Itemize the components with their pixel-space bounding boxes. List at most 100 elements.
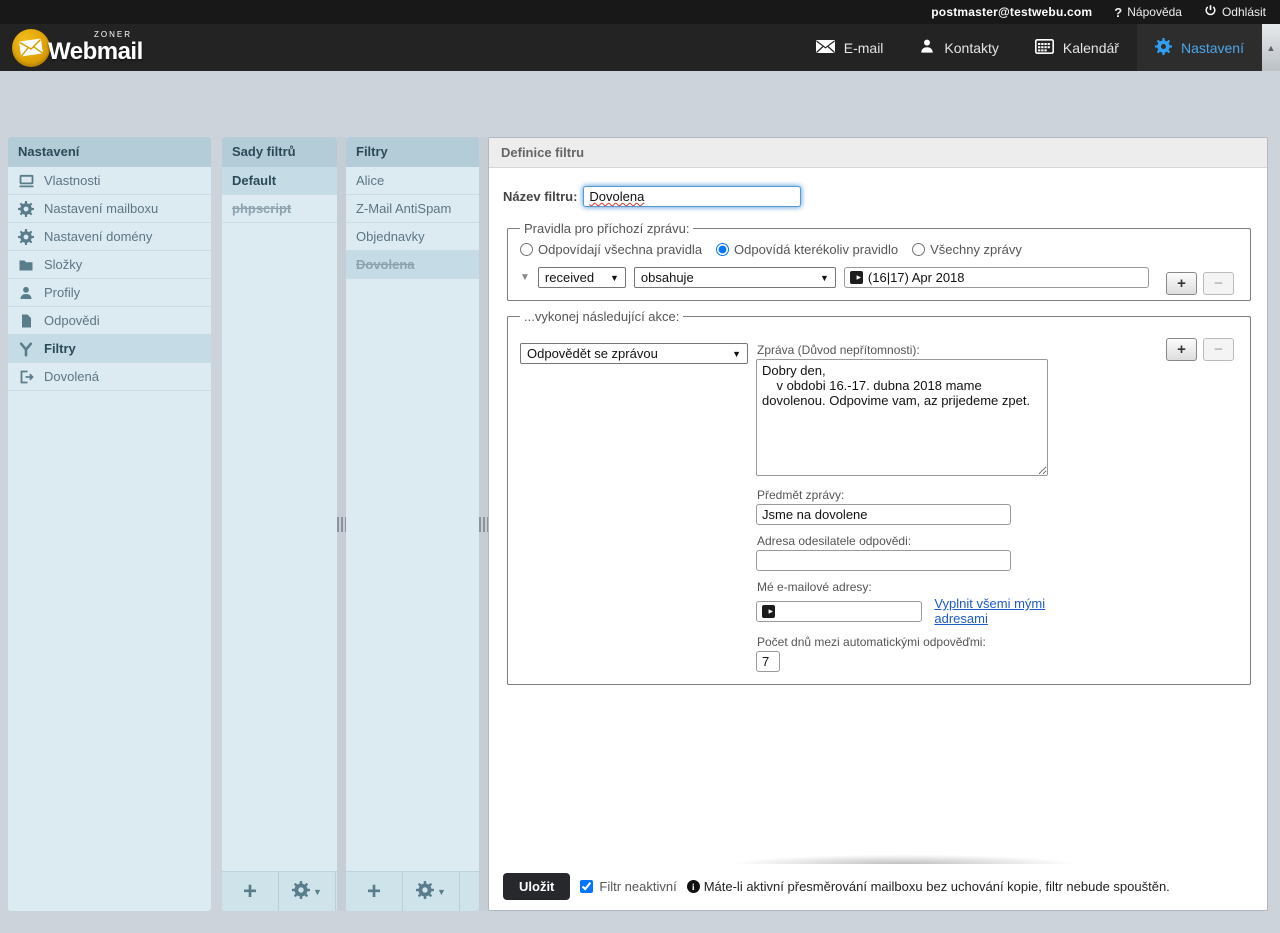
rule-field-select[interactable]: received ▼: [538, 267, 626, 288]
chevron-down-icon: ▼: [820, 273, 829, 283]
action-select[interactable]: Odpovědět se zprávou ▼: [520, 343, 748, 364]
filter-sets-column: Sady filtrů Default phpscript + ▼: [222, 137, 337, 911]
filter-inactive-checkbox[interactable]: [580, 880, 593, 893]
actions-fieldset: ...vykonej následující akce: Odpovědět s…: [507, 309, 1251, 685]
radio-all-rules[interactable]: Odpovídají všechna pravidla: [520, 242, 702, 257]
column-splitter[interactable]: [479, 137, 488, 911]
exit-icon: [18, 369, 35, 385]
user-email: postmaster@testwebu.com: [931, 5, 1092, 19]
monitor-icon: [18, 173, 35, 189]
add-filter-set-button[interactable]: +: [222, 872, 279, 911]
filter-sets-title: Sady filtrů: [222, 137, 337, 167]
add-rule-button[interactable]: +: [1166, 272, 1197, 295]
nav-item-email[interactable]: E-mail: [798, 24, 902, 71]
folder-icon: [18, 257, 35, 273]
grip-icon: [479, 517, 489, 532]
my-addresses-label: Mé e-mailové adresy:: [757, 580, 1048, 594]
filter-icon: [18, 341, 35, 357]
settings-menu-column: Nastavení Vlastnosti Nastavení mailboxu …: [8, 137, 211, 911]
nav-item-settings[interactable]: Nastavení: [1137, 24, 1262, 71]
user-icon: [18, 285, 35, 301]
sender-label: Adresa odesilatele odpovědi:: [757, 534, 1048, 548]
insert-variable-icon[interactable]: [850, 271, 863, 284]
question-icon: ?: [1114, 5, 1122, 20]
add-filter-button[interactable]: +: [346, 872, 403, 911]
remove-action-button: −: [1203, 338, 1234, 361]
rule-value-input[interactable]: (16|17) Apr 2018: [844, 267, 1149, 288]
subject-label: Předmět zprávy:: [757, 488, 1048, 502]
power-icon: [1204, 4, 1217, 20]
sidebar-item-dovolena[interactable]: Dovolená: [8, 363, 211, 391]
brand-logo[interactable]: ZONER Webmail: [0, 24, 143, 71]
filter-item[interactable]: Alice: [346, 167, 479, 195]
days-label: Počet dnů mezi automatickými odpověďmi:: [757, 635, 1048, 649]
rule-collapse-icon[interactable]: ▼: [520, 272, 530, 283]
plus-icon: +: [367, 882, 381, 902]
person-icon: [919, 38, 935, 57]
filter-item[interactable]: Z-Mail AntiSpam: [346, 195, 479, 223]
content-area: Nastavení Vlastnosti Nastavení mailboxu …: [0, 71, 1280, 933]
panel-footer: Uložit Filtr neaktivní i Máte-li aktivní…: [503, 867, 1253, 900]
message-label: Zpráva (Důvod nepřítomnosti):: [757, 343, 1048, 357]
logout-link[interactable]: Odhlásit: [1204, 4, 1266, 20]
nav-item-calendar[interactable]: Kalendář: [1017, 24, 1137, 71]
filter-item[interactable]: Dovolena: [346, 251, 479, 279]
gear-dropdown-icon: [292, 881, 310, 902]
filter-set-menu-button[interactable]: ▼: [279, 872, 336, 911]
sidebar-item-filtry[interactable]: Filtry: [8, 335, 211, 363]
gear-icon: [18, 229, 35, 245]
fill-addresses-link[interactable]: Vyplnit všemi mými adresami: [934, 596, 1048, 626]
filter-inactive-checkbox-label[interactable]: Filtr neaktivní: [580, 879, 676, 894]
sidebar-item-slozky[interactable]: Složky: [8, 251, 211, 279]
filters-column: Filtry Alice Z-Mail AntiSpam Objednavky …: [346, 137, 479, 911]
chevron-down-icon: ▼: [610, 273, 619, 283]
actions-legend: ...vykonej následující akce:: [520, 309, 683, 324]
help-link[interactable]: ? Nápověda: [1114, 5, 1182, 20]
envelope-logo-icon: [12, 29, 50, 67]
triangle-up-icon: ▲: [1267, 43, 1276, 53]
subject-input[interactable]: [756, 504, 1011, 525]
my-addresses-input[interactable]: [756, 601, 922, 622]
info-icon: i: [687, 880, 700, 893]
settings-menu-title: Nastavení: [8, 137, 211, 167]
column-splitter[interactable]: [337, 137, 346, 911]
filter-definition-panel: Definice filtru Název filtru: Dovolena P…: [488, 137, 1268, 911]
navbar-collapse-button[interactable]: ▲: [1262, 24, 1280, 71]
calendar-icon: [1035, 39, 1054, 57]
gear-dropdown-icon: [416, 881, 434, 902]
sender-input[interactable]: [756, 550, 1011, 571]
grip-icon: [337, 517, 347, 532]
sidebar-item-vlastnosti[interactable]: Vlastnosti: [8, 167, 211, 195]
navbar: ZONER Webmail E-mail Kontakty Kalendář N…: [0, 24, 1280, 71]
nav-item-contacts[interactable]: Kontakty: [901, 24, 1016, 71]
rules-fieldset: Pravidla pro příchozí zprávu: Odpovídají…: [507, 221, 1251, 301]
chevron-down-icon: ▼: [732, 349, 741, 359]
document-icon: [18, 313, 35, 329]
message-textarea[interactable]: Dobry den, v obdobi 16.-17. dubna 2018 m…: [756, 359, 1048, 476]
filters-toolbar: + ▼: [346, 871, 479, 911]
filter-menu-button[interactable]: ▼: [403, 872, 460, 911]
radio-all-messages[interactable]: Všechny zprávy: [912, 242, 1022, 257]
panel-title: Definice filtru: [489, 138, 1267, 168]
sidebar-item-profily[interactable]: Profily: [8, 279, 211, 307]
topbar: postmaster@testwebu.com ? Nápověda Odhlá…: [0, 0, 1280, 24]
insert-variable-icon[interactable]: [762, 605, 775, 618]
filter-name-input[interactable]: Dovolena: [583, 186, 801, 207]
filter-item[interactable]: Objednavky: [346, 223, 479, 251]
sidebar-item-nastaveni-mailboxu[interactable]: Nastavení mailboxu: [8, 195, 211, 223]
radio-any-rule[interactable]: Odpovídá kterékoliv pravidlo: [716, 242, 898, 257]
rules-legend: Pravidla pro příchozí zprávu:: [520, 221, 693, 236]
chevron-down-icon: ▼: [437, 887, 446, 897]
filter-set-item[interactable]: phpscript: [222, 195, 337, 223]
add-action-button[interactable]: +: [1166, 338, 1197, 361]
sidebar-item-nastaveni-domeny[interactable]: Nastavení domény: [8, 223, 211, 251]
filter-name-label: Název filtru:: [503, 189, 577, 204]
gear-icon: [18, 201, 35, 217]
filters-title: Filtry: [346, 137, 479, 167]
days-input[interactable]: [756, 651, 780, 672]
save-button[interactable]: Uložit: [503, 873, 570, 900]
filter-set-item[interactable]: Default: [222, 167, 337, 195]
rule-operator-select[interactable]: obsahuje ▼: [634, 267, 836, 288]
sidebar-item-odpovedi[interactable]: Odpovědi: [8, 307, 211, 335]
chevron-down-icon: ▼: [313, 887, 322, 897]
